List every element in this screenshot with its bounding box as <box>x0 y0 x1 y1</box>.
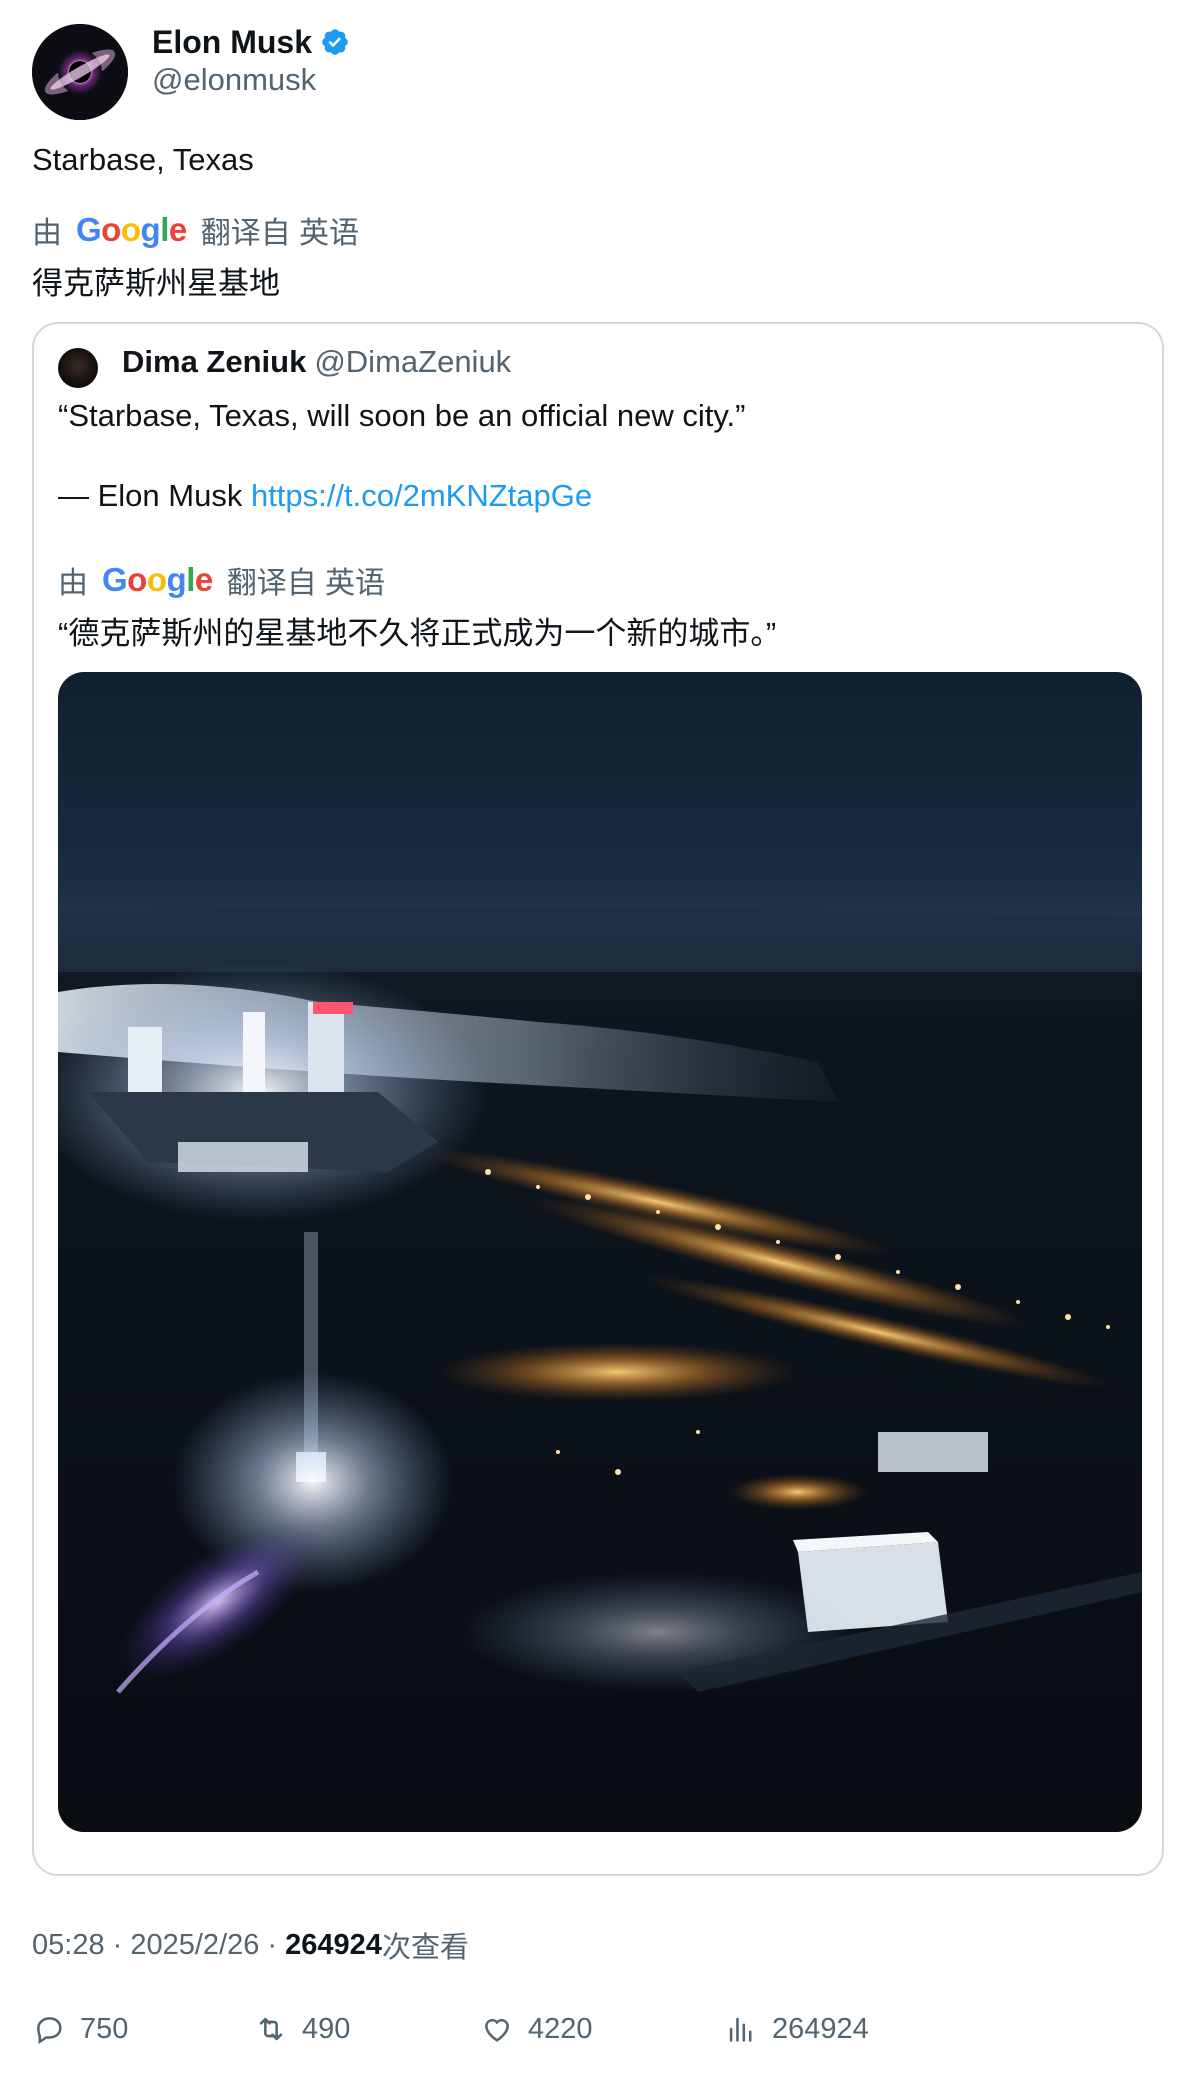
quoted-translated-text: “德克萨斯州的星基地不久将正式成为一个新的城市。” <box>58 616 777 651</box>
google-logo-icon[interactable]: Google <box>102 561 213 599</box>
views-count: 264924 <box>772 2012 869 2045</box>
tweet-time[interactable]: 05:28 <box>32 1929 105 1962</box>
meta-separator: · <box>259 1928 286 1961</box>
author-name-row: Elon Musk <box>152 20 350 64</box>
retweet-count: 490 <box>302 2012 351 2045</box>
tweet-text: Starbase, Texas <box>32 142 254 177</box>
starbase-night-photo <box>58 672 1142 1832</box>
quoted-author-handle[interactable]: @DimaZeniuk <box>314 344 511 380</box>
quoted-author-avatar[interactable] <box>58 348 98 388</box>
black-hole-avatar-icon <box>32 24 128 120</box>
author-handle[interactable]: @elonmusk <box>152 62 316 98</box>
quoted-author-name[interactable]: Dima Zeniuk <box>122 344 306 380</box>
quoted-translation-attribution: 由 Google 翻译自 英语 <box>58 558 385 602</box>
verified-badge-icon <box>320 27 350 57</box>
quoted-text-line2: — Elon Musk https://t.co/2mKNZtapGe <box>58 478 592 514</box>
like-count: 4220 <box>528 2012 593 2045</box>
meta-separator: · <box>104 1928 131 1961</box>
google-logo-icon[interactable]: Google <box>76 211 187 249</box>
view-count-suffix: 次查看 <box>381 1932 469 1964</box>
retweet-button[interactable]: 490 <box>254 2012 350 2046</box>
action-bar: 750 490 4220 264924 <box>32 2012 1132 2064</box>
reply-count: 750 <box>80 2012 129 2045</box>
views-button[interactable]: 264924 <box>724 2012 869 2046</box>
retweet-icon <box>259 2017 283 2041</box>
author-display-name[interactable]: Elon Musk <box>152 24 312 61</box>
like-button[interactable]: 4220 <box>480 2012 593 2046</box>
tweet-meta: 05:28 · 2025/2/26 · 264924 次查看 <box>32 1924 469 1966</box>
quoted-translation-prefix: 由 <box>58 567 88 600</box>
view-count: 264924 <box>285 1928 382 1961</box>
analytics-icon <box>729 2017 752 2042</box>
quoted-author-row: Dima Zeniuk @DimaZeniuk <box>122 344 511 380</box>
heart-icon <box>485 2018 509 2042</box>
translation-attribution: 由 Google 翻译自 英语 <box>32 208 359 252</box>
quoted-translation-suffix: 翻译自 英语 <box>226 567 386 600</box>
quoted-attribution: — Elon Musk <box>58 478 251 513</box>
reply-button[interactable]: 750 <box>32 2012 128 2046</box>
author-avatar[interactable] <box>32 24 128 120</box>
quoted-link[interactable]: https://t.co/2mKNZtapGe <box>251 478 592 513</box>
quoted-text-line1: “Starbase, Texas, will soon be an offici… <box>58 398 746 433</box>
tweet-translated-text: 得克萨斯州星基地 <box>32 266 280 301</box>
quoted-media-photo[interactable] <box>58 672 1142 1832</box>
reply-icon <box>37 2017 62 2045</box>
tweet-date[interactable]: 2025/2/26 <box>130 1929 259 1962</box>
translation-suffix: 翻译自 英语 <box>200 217 360 250</box>
translation-prefix: 由 <box>32 217 62 250</box>
